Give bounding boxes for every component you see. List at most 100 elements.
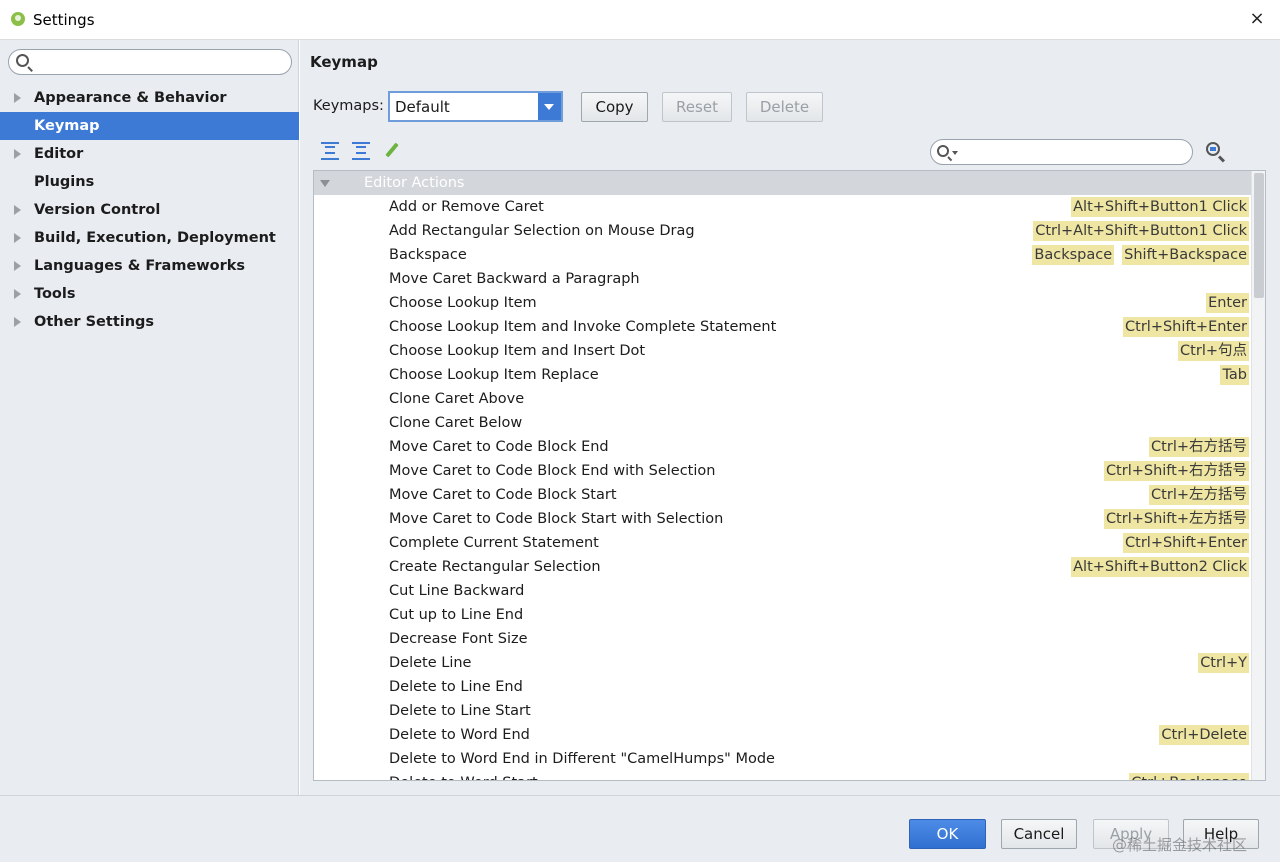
sidebar-item-label: Plugins bbox=[34, 174, 95, 190]
action-row[interactable]: Move Caret Backward a Paragraph bbox=[314, 267, 1251, 291]
sidebar-item-appearance-behavior[interactable]: Appearance & Behavior bbox=[0, 84, 299, 112]
delete-button[interactable]: Delete bbox=[746, 92, 823, 122]
action-row[interactable]: Choose Lookup Item Replace Tab bbox=[314, 363, 1251, 387]
action-row[interactable]: Complete Current Statement Ctrl+Shift+Ent… bbox=[314, 531, 1251, 555]
action-name: Delete to Word End bbox=[389, 727, 530, 743]
action-row[interactable]: Clone Caret Above bbox=[314, 387, 1251, 411]
action-row[interactable]: Cut up to Line End bbox=[314, 603, 1251, 627]
copy-button[interactable]: Copy bbox=[581, 92, 648, 122]
shortcut-search[interactable] bbox=[930, 139, 1193, 165]
chevron-right-icon[interactable] bbox=[14, 289, 21, 299]
settings-sidebar: Appearance & Behavior Keymap Editor Plugins… bbox=[0, 40, 299, 795]
chevron-right-icon[interactable] bbox=[14, 93, 21, 103]
sidebar-item-editor[interactable]: Editor bbox=[0, 140, 299, 168]
action-row[interactable]: Decrease Font Size bbox=[314, 627, 1251, 651]
action-name: Delete to Line Start bbox=[389, 703, 531, 719]
sidebar-item-label: Other Settings bbox=[34, 314, 155, 330]
reset-button[interactable]: Reset bbox=[662, 92, 732, 122]
sidebar-item-version-control[interactable]: Version Control bbox=[0, 196, 299, 224]
action-row[interactable]: Move Caret to Code Block Start with Sele… bbox=[314, 507, 1251, 531]
sidebar-item-label: Keymap bbox=[34, 118, 100, 134]
action-name: Create Rectangular Selection bbox=[389, 559, 601, 575]
action-row[interactable]: Delete to Line End bbox=[314, 675, 1251, 699]
action-row[interactable]: Move Caret to Code Block End with Select… bbox=[314, 459, 1251, 483]
chevron-right-icon[interactable] bbox=[14, 261, 21, 271]
action-row[interactable]: Delete to Word End in Different "CamelHu… bbox=[314, 747, 1251, 771]
action-row[interactable]: Choose Lookup Item and Invoke Complete S… bbox=[314, 315, 1251, 339]
action-row[interactable]: Delete to Line Start bbox=[314, 699, 1251, 723]
action-row[interactable]: Create Rectangular Selection Alt+Shift+Bu… bbox=[314, 555, 1251, 579]
keymaps-label: Keymaps: bbox=[313, 98, 384, 114]
action-name: Delete to Word Start bbox=[389, 771, 538, 780]
shortcut-badge: Ctrl+Delete bbox=[1159, 725, 1249, 745]
action-row[interactable]: Cut Line Backward bbox=[314, 579, 1251, 603]
collapse-all-icon[interactable] bbox=[352, 142, 370, 160]
tree-scrollbar[interactable] bbox=[1251, 171, 1265, 780]
shortcut-badge: Ctrl+Backspace bbox=[1129, 773, 1249, 780]
shortcut-badge: Ctrl+Shift+Enter bbox=[1123, 533, 1249, 553]
action-name: Clone Caret Below bbox=[389, 415, 523, 431]
search-icon bbox=[16, 54, 29, 67]
expand-all-icon[interactable] bbox=[321, 142, 339, 160]
shortcut-list: Ctrl+Backspace bbox=[1129, 773, 1249, 780]
chevron-down-icon[interactable] bbox=[538, 93, 561, 120]
shortcut-badge: Ctrl+Y bbox=[1198, 653, 1249, 673]
action-row[interactable]: Add or Remove Caret Alt+Shift+Button1 Cli… bbox=[314, 195, 1251, 219]
sidebar-item-build-execution-deployment[interactable]: Build, Execution, Deployment bbox=[0, 224, 299, 252]
shortcut-badge: Ctrl+Alt+Shift+Button1 Click bbox=[1033, 221, 1249, 241]
action-row[interactable]: Add Rectangular Selection on Mouse Drag C… bbox=[314, 219, 1251, 243]
chevron-right-icon[interactable] bbox=[14, 149, 21, 159]
cancel-button[interactable]: Cancel bbox=[1001, 819, 1077, 849]
chevron-right-icon[interactable] bbox=[14, 233, 21, 243]
sidebar-item-label: Version Control bbox=[34, 202, 161, 218]
tree-group-editor-actions[interactable]: Editor Actions bbox=[314, 171, 1251, 195]
ok-button[interactable]: OK bbox=[909, 819, 986, 849]
action-name: Move Caret to Code Block End bbox=[389, 439, 609, 455]
action-row[interactable]: Choose Lookup Item Enter bbox=[314, 291, 1251, 315]
scrollbar-thumb[interactable] bbox=[1254, 173, 1264, 298]
find-by-shortcut-icon[interactable] bbox=[1205, 141, 1227, 163]
keymap-select[interactable]: Default bbox=[388, 91, 563, 122]
edit-shortcut-icon[interactable] bbox=[385, 142, 399, 158]
close-icon[interactable]: × bbox=[1246, 8, 1268, 30]
sidebar-item-languages-frameworks[interactable]: Languages & Frameworks bbox=[0, 252, 299, 280]
settings-search-input[interactable] bbox=[37, 53, 282, 71]
sidebar-item-tools[interactable]: Tools bbox=[0, 280, 299, 308]
action-row[interactable]: Delete to Word Start Ctrl+Backspace bbox=[314, 771, 1251, 780]
action-row[interactable]: Move Caret to Code Block Start Ctrl+左方括号 bbox=[314, 483, 1251, 507]
shortcut-list: Ctrl+左方括号 bbox=[1149, 485, 1249, 505]
sidebar-item-label: Build, Execution, Deployment bbox=[34, 230, 276, 246]
action-row[interactable]: Choose Lookup Item and Insert Dot Ctrl+句点 bbox=[314, 339, 1251, 363]
shortcut-list: Ctrl+Alt+Shift+Button1 Click bbox=[1033, 221, 1249, 241]
shortcut-list: Ctrl+Delete bbox=[1159, 725, 1249, 745]
window-title: Settings bbox=[33, 11, 95, 29]
action-row[interactable]: Move Caret to Code Block End Ctrl+右方括号 bbox=[314, 435, 1251, 459]
search-icon bbox=[937, 145, 949, 157]
group-label: Editor Actions bbox=[364, 175, 465, 191]
action-name: Choose Lookup Item and Insert Dot bbox=[389, 343, 646, 359]
search-history-icon[interactable] bbox=[952, 151, 958, 155]
action-row[interactable]: Clone Caret Below bbox=[314, 411, 1251, 435]
keymap-panel: Keymap Keymaps: Default Copy Reset Delet… bbox=[300, 40, 1280, 795]
sidebar-item-other-settings[interactable]: Other Settings bbox=[0, 308, 299, 336]
action-name: Choose Lookup Item and Invoke Complete S… bbox=[389, 319, 777, 335]
shortcut-badge: Enter bbox=[1206, 293, 1249, 313]
action-row[interactable]: Delete Line Ctrl+Y bbox=[314, 651, 1251, 675]
action-row[interactable]: Delete to Word End Ctrl+Delete bbox=[314, 723, 1251, 747]
action-name: Move Caret to Code Block Start with Sele… bbox=[389, 511, 724, 527]
shortcut-list: Ctrl+Y bbox=[1198, 653, 1249, 673]
chevron-right-icon[interactable] bbox=[14, 317, 21, 327]
chevron-right-icon[interactable] bbox=[14, 205, 21, 215]
shortcut-badge: Ctrl+Shift+Enter bbox=[1123, 317, 1249, 337]
sidebar-item-keymap[interactable]: Keymap bbox=[0, 112, 299, 140]
action-row[interactable]: Backspace Backspace Shift+Backspace bbox=[314, 243, 1251, 267]
chevron-down-icon[interactable] bbox=[320, 180, 330, 187]
sidebar-item-plugins[interactable]: Plugins bbox=[0, 168, 299, 196]
shortcut-badge: Alt+Shift+Button1 Click bbox=[1071, 197, 1249, 217]
shortcut-list: Alt+Shift+Button2 Click bbox=[1071, 557, 1249, 577]
action-name: Decrease Font Size bbox=[389, 631, 528, 647]
action-name: Choose Lookup Item Replace bbox=[389, 367, 599, 383]
settings-search[interactable] bbox=[8, 49, 292, 75]
action-name: Cut Line Backward bbox=[389, 583, 525, 599]
action-name: Add or Remove Caret bbox=[389, 199, 544, 215]
